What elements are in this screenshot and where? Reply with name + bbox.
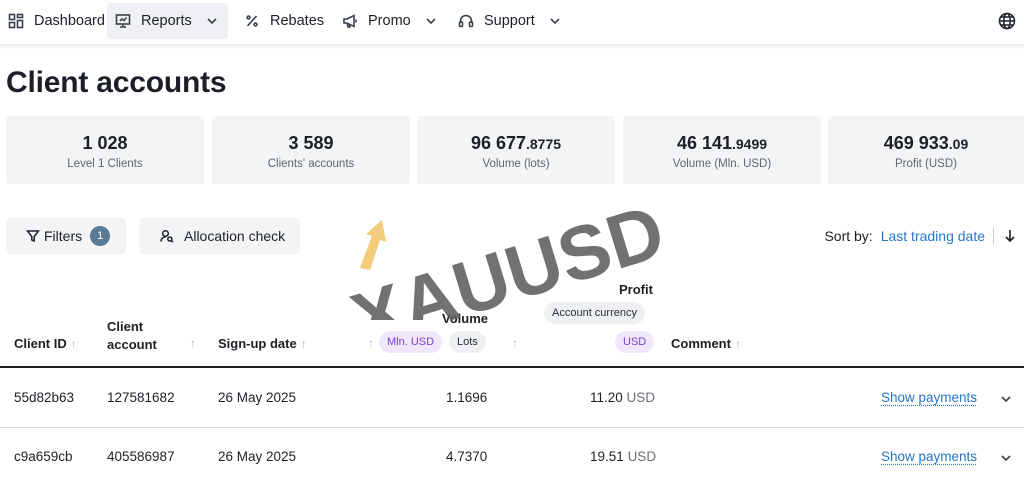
cell-volume: 4.7370 bbox=[446, 449, 488, 464]
allocation-check-button[interactable]: Allocation check bbox=[139, 218, 300, 254]
stat-card-clients-accounts: 3 589 Clients' accounts bbox=[212, 116, 410, 184]
sort-divider bbox=[993, 228, 994, 244]
col-client-id[interactable]: Client ID ↑ bbox=[14, 336, 77, 351]
cell-client-id: 55d82b63 bbox=[14, 390, 75, 405]
filters-button[interactable]: Filters 1 bbox=[6, 218, 126, 254]
chevron-down-icon bbox=[1001, 396, 1011, 403]
row-expand-button[interactable] bbox=[1000, 451, 1012, 463]
col-profit: Profit bbox=[619, 282, 653, 297]
cell-client-id: c9a659cb bbox=[14, 449, 73, 464]
profit-usd-toggle[interactable]: USD bbox=[615, 331, 655, 353]
language-selector[interactable] bbox=[998, 12, 1016, 30]
megaphone-icon bbox=[343, 14, 357, 28]
sort-label: Sort by: bbox=[824, 228, 873, 244]
globe-icon bbox=[998, 12, 1016, 30]
sort-field-select[interactable]: Last trading date bbox=[881, 228, 985, 244]
stat-label: Volume (Mln. USD) bbox=[672, 158, 772, 170]
sort-arrow-icon[interactable]: ↑ bbox=[512, 336, 518, 350]
chevron-down-icon bbox=[207, 18, 217, 25]
stat-label: Volume (lots) bbox=[482, 158, 550, 170]
col-signup-date[interactable]: Sign-up date ↑ bbox=[218, 336, 307, 351]
filter-icon bbox=[26, 230, 40, 243]
volume-lots-toggle[interactable]: Lots bbox=[449, 331, 486, 353]
cell-profit: 19.51 USD bbox=[590, 449, 657, 464]
sort-descending-icon[interactable] bbox=[1004, 229, 1016, 243]
top-navigation: Dashboard Reports Rebates Promo Support bbox=[0, 0, 1024, 44]
headset-icon bbox=[458, 14, 474, 28]
nav-promo[interactable]: Promo bbox=[334, 3, 445, 39]
profit-account-currency-toggle[interactable]: Account currency bbox=[544, 302, 645, 324]
reports-icon bbox=[115, 14, 131, 28]
filters-label: Filters bbox=[44, 228, 83, 244]
cell-client-account: 127581682 bbox=[107, 390, 175, 405]
col-volume: Volume bbox=[442, 311, 488, 326]
sort-arrow-icon: ↑ bbox=[300, 337, 307, 351]
stat-value: 1 028 bbox=[82, 133, 128, 153]
chevron-down-icon bbox=[550, 18, 560, 25]
stat-label: Profit (USD) bbox=[895, 158, 957, 170]
dashboard-icon bbox=[8, 13, 24, 29]
chevron-down-icon bbox=[426, 18, 436, 25]
nav-reports[interactable]: Reports bbox=[107, 3, 228, 39]
nav-rebates[interactable]: Rebates bbox=[236, 3, 332, 39]
stat-label: Level 1 Clients bbox=[67, 158, 143, 170]
stat-value: 96 677.8775 bbox=[470, 133, 562, 153]
col-client-account[interactable]: Client account bbox=[107, 318, 179, 354]
show-payments-link[interactable]: Show payments bbox=[881, 449, 977, 464]
stat-card-level1-clients: 1 028 Level 1 Clients bbox=[6, 116, 204, 184]
cell-signup-date: 26 May 2025 bbox=[218, 449, 297, 464]
stat-value: 469 933.09 bbox=[883, 133, 969, 153]
percent-icon bbox=[246, 15, 258, 27]
nav-rebates-label: Rebates bbox=[270, 13, 325, 29]
nav-support[interactable]: Support bbox=[450, 3, 569, 39]
row-divider bbox=[0, 427, 1024, 428]
stat-card-profit-usd: 469 933.09 Profit (USD) bbox=[828, 116, 1024, 184]
stat-label: Clients' accounts bbox=[267, 158, 355, 170]
nav-promo-label: Promo bbox=[368, 13, 411, 29]
nav-support-label: Support bbox=[484, 13, 535, 29]
sort-arrow-icon: ↑ bbox=[734, 337, 741, 351]
sort-arrow-icon[interactable]: ↑ bbox=[368, 336, 374, 350]
table-header-divider bbox=[0, 366, 1024, 368]
stat-card-volume-mln-usd: 46 141.9499 Volume (Mln. USD) bbox=[623, 116, 821, 184]
allocation-check-label: Allocation check bbox=[184, 228, 286, 244]
sort-control: Sort by: Last trading date bbox=[824, 228, 1016, 244]
chevron-down-icon bbox=[1001, 455, 1011, 462]
filters-count-badge: 1 bbox=[90, 226, 111, 246]
user-search-icon bbox=[160, 229, 174, 243]
nav-dashboard[interactable]: Dashboard bbox=[0, 3, 113, 39]
cell-profit: 11.20 USD bbox=[590, 390, 656, 405]
watermark-arrow-icon bbox=[360, 220, 386, 270]
col-comment[interactable]: Comment ↑ bbox=[671, 336, 741, 351]
nav-dashboard-label: Dashboard bbox=[34, 13, 105, 29]
sort-arrow-icon[interactable]: ↑ bbox=[190, 336, 196, 350]
nav-reports-label: Reports bbox=[141, 13, 192, 29]
volume-mln-usd-toggle[interactable]: Mln. USD bbox=[379, 331, 443, 353]
stat-value: 3 589 bbox=[288, 133, 334, 153]
watermark-text: XAUUSD bbox=[342, 189, 674, 320]
row-expand-button[interactable] bbox=[1000, 392, 1012, 404]
stat-card-volume-lots: 96 677.8775 Volume (lots) bbox=[417, 116, 615, 184]
cell-client-account: 405586987 bbox=[107, 449, 175, 464]
cell-signup-date: 26 May 2025 bbox=[218, 390, 297, 405]
sort-arrow-icon: ↑ bbox=[70, 337, 77, 351]
stats-summary: 1 028 Level 1 Clients 3 589 Clients' acc… bbox=[6, 116, 1024, 184]
cell-volume: 1.1696 bbox=[446, 390, 488, 405]
page-title: Client accounts bbox=[6, 66, 227, 99]
stat-value: 46 141.9499 bbox=[676, 133, 768, 153]
show-payments-link[interactable]: Show payments bbox=[881, 390, 977, 405]
